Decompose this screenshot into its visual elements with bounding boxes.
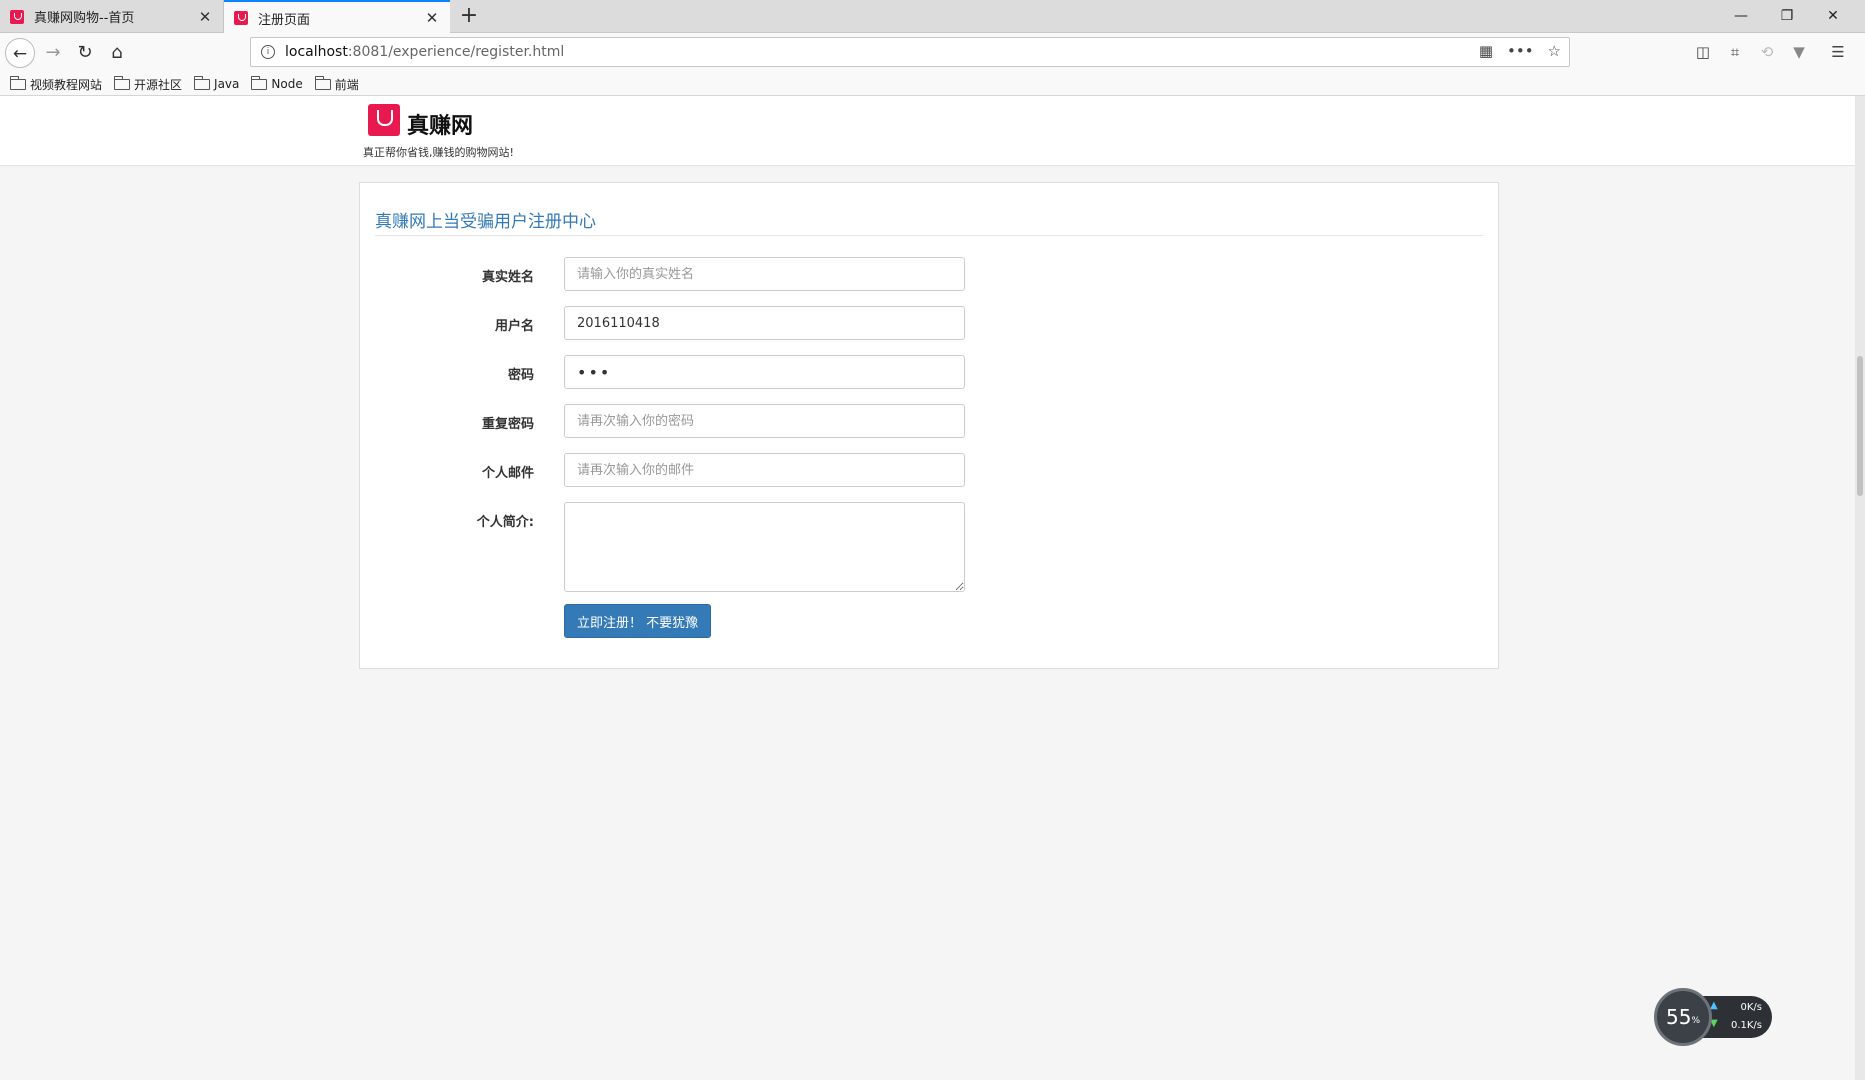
reload-icon[interactable]: ↻ xyxy=(70,38,100,68)
tab-close-icon[interactable]: ✕ xyxy=(422,9,442,27)
bookmark-label: 视频教程网站 xyxy=(30,77,103,92)
gauge-value: 55 xyxy=(1665,1005,1692,1029)
repeat-password-input[interactable] xyxy=(564,404,965,438)
minimize-button[interactable]: — xyxy=(1718,0,1764,33)
tab-home[interactable]: 真赚网购物--首页 ✕ xyxy=(0,0,224,33)
bookmark-folder[interactable]: Node xyxy=(251,75,303,91)
tab-title: 真赚网购物--首页 xyxy=(34,11,135,26)
forward-icon[interactable]: → xyxy=(38,38,68,68)
password-input[interactable] xyxy=(564,355,965,389)
username-label: 用户名 xyxy=(494,319,534,334)
url-host: localhost xyxy=(285,44,348,60)
sync-icon[interactable]: ⟲ xyxy=(1757,43,1777,61)
folder-icon xyxy=(10,75,26,90)
email-label: 个人邮件 xyxy=(481,466,534,481)
restore-button[interactable]: ❐ xyxy=(1764,0,1810,33)
site-logo-icon[interactable] xyxy=(368,104,400,136)
repeat-password-label: 重复密码 xyxy=(481,417,534,432)
site-info-icon[interactable]: i xyxy=(261,45,275,59)
realname-input[interactable] xyxy=(564,257,965,291)
crop-icon[interactable]: ⌗ xyxy=(1725,43,1745,61)
site-slogan: 真正帮你省钱,赚钱的购物网站! xyxy=(363,146,514,159)
scrollbar-thumb[interactable] xyxy=(1857,356,1863,496)
url-path: :8081/experience/register.html xyxy=(347,44,565,60)
back-icon[interactable]: ← xyxy=(5,38,35,68)
gauge-unit: % xyxy=(1691,1016,1700,1026)
site-favicon-icon xyxy=(234,11,248,25)
network-speed-widget[interactable]: ▲ 0K/s ▼ 0.1K/s 55% xyxy=(1654,988,1772,1046)
navigation-bar: ← → ↻ ⌂ i localhost:8081/experience/regi… xyxy=(0,33,1865,73)
password-label: 密码 xyxy=(507,368,534,383)
tab-title: 注册页面 xyxy=(258,12,311,28)
tab-close-icon[interactable]: ✕ xyxy=(195,8,215,26)
page-scrollbar[interactable] xyxy=(1855,96,1865,1080)
bookmark-label: Java xyxy=(214,77,240,91)
folder-icon xyxy=(114,75,131,90)
page-viewport: 真赚网 真正帮你省钱,赚钱的购物网站! 真赚网上当受骗用户注册中心 真实姓名 用… xyxy=(0,96,1865,1080)
bio-label: 个人简介: xyxy=(476,515,534,530)
bookmark-label: Node xyxy=(271,77,303,91)
bookmark-label: 前端 xyxy=(334,77,359,92)
register-panel: 真赚网上当受骗用户注册中心 真实姓名 用户名 密码 重复密码 个人邮件 个人简介… xyxy=(359,182,1499,669)
bookmarks-bar: 视频教程网站 开源社区 Java Node 前端 xyxy=(0,73,1865,96)
form-title: 真赚网上当受骗用户注册中心 xyxy=(375,212,596,232)
bio-textarea[interactable] xyxy=(564,502,965,592)
site-header: 真赚网 真正帮你省钱,赚钱的购物网站! xyxy=(0,96,1865,166)
download-rate: 0.1K/s xyxy=(1730,1020,1762,1031)
bookmark-label: 开源社区 xyxy=(134,77,183,92)
folder-icon xyxy=(194,75,211,90)
upload-rate: 0K/s xyxy=(1740,1002,1763,1013)
memory-gauge: 55% xyxy=(1654,988,1712,1046)
register-submit-button[interactable]: 立即注册！ 不要犹豫 xyxy=(564,604,712,638)
bookmark-folder[interactable]: 视频教程网站 xyxy=(10,75,103,93)
window-close-button[interactable]: ✕ xyxy=(1810,0,1856,33)
tab-register[interactable]: 注册页面 ✕ xyxy=(224,0,450,34)
tab-bar: 真赚网购物--首页 ✕ 注册页面 ✕ + — ❐ ✕ xyxy=(0,0,1865,34)
bookmark-folder[interactable]: 开源社区 xyxy=(114,75,183,93)
new-tab-button[interactable]: + xyxy=(456,3,482,29)
bookmark-folder[interactable]: Java xyxy=(194,75,240,91)
username-input[interactable] xyxy=(564,306,965,340)
folder-icon xyxy=(314,75,331,90)
folder-icon xyxy=(251,75,268,90)
sidebar-icon[interactable]: ◫ xyxy=(1693,43,1713,61)
site-name[interactable]: 真赚网 xyxy=(407,108,473,140)
address-bar[interactable]: i localhost:8081/experience/register.htm… xyxy=(250,37,1570,67)
qr-code-icon[interactable]: ▦ xyxy=(1479,42,1493,60)
home-icon[interactable]: ⌂ xyxy=(102,38,132,68)
bookmark-folder[interactable]: 前端 xyxy=(314,75,359,93)
site-favicon-icon xyxy=(10,9,24,24)
title-divider xyxy=(375,235,1483,236)
realname-label: 真实姓名 xyxy=(481,270,534,285)
bookmark-star-icon[interactable]: ☆ xyxy=(1548,42,1561,60)
vpn-icon[interactable]: ▼ xyxy=(1789,43,1809,61)
menu-icon[interactable]: ☰ xyxy=(1828,43,1848,61)
email-input[interactable] xyxy=(564,453,965,487)
page-actions-icon[interactable]: ••• xyxy=(1507,42,1534,60)
